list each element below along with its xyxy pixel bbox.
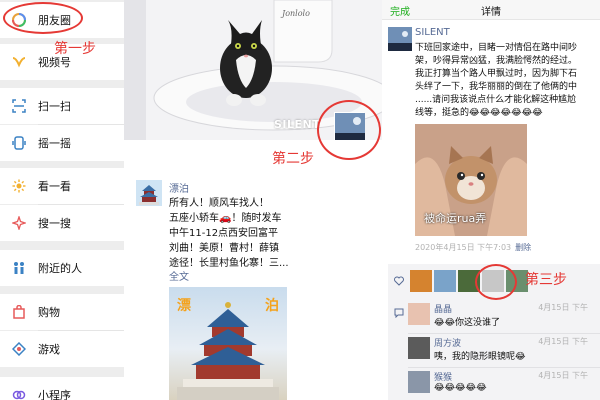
scan-icon: [12, 99, 26, 113]
full-text-link[interactable]: 全文: [169, 268, 189, 283]
post-meta: 2020年4月15日 下午7:03 删除: [415, 242, 531, 253]
commenter-name[interactable]: 周方波: [434, 336, 461, 349]
heart-icon: [394, 276, 404, 286]
menu-item-label: 小程序: [38, 389, 71, 400]
commenter-avatar[interactable]: [408, 337, 430, 359]
post-time: 2020年4月15日 下午7:03: [415, 243, 512, 252]
post-line: 中午11-12点西安回富平: [169, 228, 279, 239]
step-two-label: 第二步: [272, 151, 314, 167]
menu-item-label: 附近的人: [38, 262, 82, 275]
commenter-name[interactable]: 猴猴: [434, 370, 452, 383]
menu-item-scan[interactable]: 扫一扫: [0, 88, 124, 124]
detail-top-bar: 完成 详情: [382, 0, 600, 20]
commenter-name[interactable]: 晶晶: [434, 302, 452, 315]
comment-text: 咦，我的隐形眼镜呢😂: [434, 352, 526, 362]
liker-avatar[interactable]: [410, 270, 432, 292]
top-stories-icon: [12, 179, 26, 193]
menu-item-label: 扫一扫: [38, 100, 71, 113]
menu-item-shake[interactable]: 摇一摇: [0, 125, 124, 161]
moments-feed: Jonlolo SILENT 第二步 漂泊 所有人！顺风车找人！ 五座小轿车🚗！…: [124, 0, 382, 400]
menu-item-label: 购物: [38, 306, 60, 319]
comment-date: 4月15日 下午: [538, 337, 588, 346]
post-line: 途径！长里村鱼化寨！三...: [169, 258, 289, 269]
comment-row[interactable]: 猴猴 😂😂😂😂😂 4月15日 下午: [408, 368, 600, 400]
post-username[interactable]: 漂泊: [169, 180, 189, 195]
sky-avatar-image: [388, 27, 412, 51]
shopping-icon: [12, 305, 26, 319]
comment-icon: [394, 308, 404, 318]
post-body: 下班回家途中，目睹一对情侣在路中间吵 架，吵得异常凶猛，我满脸愕然的经过。 我正…: [415, 42, 600, 120]
channels-icon: [12, 55, 26, 69]
commenter-avatar[interactable]: [408, 371, 430, 393]
post-avatar[interactable]: [136, 180, 162, 206]
menu-item-shopping[interactable]: 购物: [0, 294, 124, 330]
menu-item-label: 游戏: [38, 343, 60, 356]
menu-item-games[interactable]: 游戏: [0, 331, 124, 367]
post-line: 头绊了一下，我华丽丽的倒在了他俩的中: [415, 82, 578, 92]
menu-item-people-nearby[interactable]: 附近的人: [0, 250, 124, 286]
post-detail: 完成 详情 SILENT 下班回家途中，目睹一对情侣在路中间吵 架，吵得异常凶猛…: [382, 0, 600, 400]
menu-item-mini-programs[interactable]: 小程序: [0, 377, 124, 400]
comments-list: 晶晶 😂😂你这没谁了 4月15日 下午 周方波 咦，我的隐形眼镜呢😂 4月15日…: [388, 298, 600, 400]
post-line: 刘曲！美原！曹村！薛镇: [169, 243, 279, 254]
photo-caption: 被命运rua弄: [424, 212, 487, 225]
menu-item-top-stories[interactable]: 看一看: [0, 168, 124, 204]
post-photo[interactable]: 被命运rua弄: [415, 124, 527, 236]
step-two-highlight-circle: [317, 100, 381, 160]
step-three-highlight-circle: [475, 264, 517, 300]
post-line: 架，吵得异常凶猛，我满脸愕然的经过。: [415, 56, 578, 66]
comment-row[interactable]: 周方波 咦，我的隐形眼镜呢😂 4月15日 下午: [408, 334, 600, 368]
comment-text: 😂😂😂😂😂: [434, 383, 487, 393]
page-title: 详情: [481, 7, 501, 18]
comment-date: 4月15日 下午: [538, 371, 588, 380]
people-nearby-icon: [12, 261, 26, 275]
comment-text: 😂😂你这没谁了: [434, 318, 501, 328]
post-image[interactable]: 漂 泊: [169, 287, 287, 400]
post-line: 下班回家途中，目睹一对情侣在路中间吵: [415, 43, 578, 53]
comment-date: 4月15日 下午: [538, 303, 588, 312]
menu-item-label: 摇一摇: [38, 137, 71, 150]
post-author-name[interactable]: SILENT: [415, 27, 450, 38]
post-line: 五座小轿车🚗！随时发车: [169, 213, 282, 224]
svg-text:Jonlolo: Jonlolo: [280, 9, 310, 18]
post-author-avatar[interactable]: [388, 27, 412, 51]
step-three-label: 第三步: [525, 272, 567, 288]
cover-username: SILENT: [274, 118, 321, 131]
search-icon: [12, 216, 26, 230]
delete-link[interactable]: 删除: [515, 243, 531, 252]
image-caption-left: 漂: [177, 298, 191, 314]
step-one-highlight-circle: [3, 2, 83, 34]
temple-avatar-image: [136, 180, 162, 206]
comment-row[interactable]: 晶晶 😂😂你这没谁了 4月15日 下午: [408, 300, 600, 334]
menu-item-label: 看一看: [38, 180, 71, 193]
games-icon: [12, 342, 26, 356]
mini-programs-icon: [12, 388, 26, 400]
menu-item-search[interactable]: 搜一搜: [0, 205, 124, 241]
post-line: 线等，挺急的😂😂😂😂😂😂😂: [415, 108, 543, 118]
post-line: 所有人！顺风车找人！: [169, 198, 269, 209]
post-line: ......请问我该说点什么才能化解这种尴尬: [415, 95, 577, 105]
commenter-avatar[interactable]: [408, 303, 430, 325]
step-one-label: 第一步: [54, 41, 96, 57]
image-caption-right: 泊: [265, 298, 279, 314]
menu-item-label: 搜一搜: [38, 217, 71, 230]
post-line: 我正打算当个路人甲飘过时，因为脚下石: [415, 69, 578, 79]
post-text: 所有人！顺风车找人！ 五座小轿车🚗！随时发车 中午11-12点西安回富平 刘曲！…: [169, 196, 334, 271]
shake-icon: [12, 136, 26, 150]
liker-avatar[interactable]: [434, 270, 456, 292]
discover-menu: 朋友圈 视频号 扫一扫 摇一摇 看一看 搜一搜 附近的人 购物 游戏 小程序 第…: [0, 0, 124, 400]
